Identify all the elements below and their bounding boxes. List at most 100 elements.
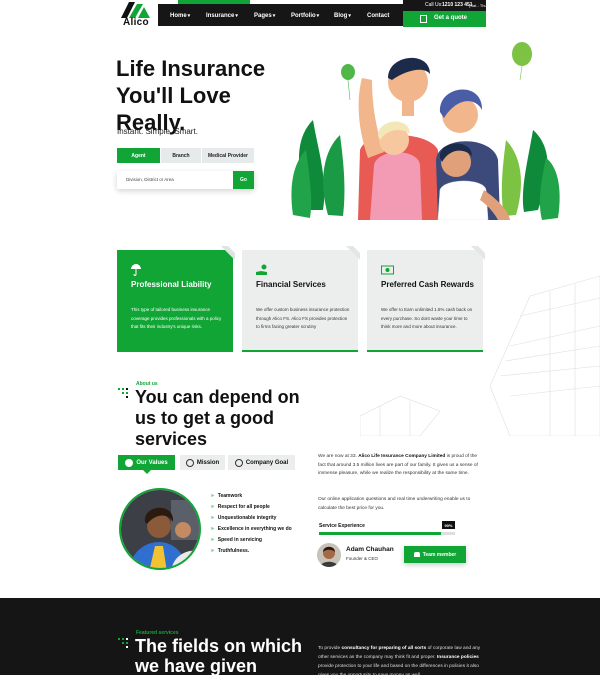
card-description: We offer to Earn unlimited 1.5% cash bac… — [381, 307, 473, 329]
value-label: Speed in servicing — [217, 537, 262, 543]
nav-label: Home — [170, 13, 187, 19]
list-item: » Speed in servicing — [211, 537, 292, 548]
get-quote-button[interactable]: Get a quote — [403, 11, 486, 27]
value-label: Teamwork — [217, 493, 243, 499]
card-title: Preferred Cash Rewards — [381, 280, 474, 289]
tab-label: Company Goal — [245, 459, 289, 466]
nav-label: Blog — [334, 13, 348, 19]
site-header: Alico Home▾ Insurance▾ Pages▾ Portfolio▾… — [0, 0, 600, 30]
nav-label: Contact — [367, 13, 390, 19]
value-label: Respect for all people — [217, 504, 270, 510]
values-list: » Teamwork » Respect for all people » Unque… — [211, 493, 292, 559]
text-bold: consultancy for preparing of all sorts — [341, 646, 427, 651]
about-title-line: us to get a good — [135, 408, 274, 428]
double-chevron-icon: » — [211, 515, 214, 521]
about-title-line: services — [135, 429, 208, 449]
card-financial-services[interactable]: Financial Services We offer custom busin… — [242, 246, 360, 352]
value-label: Unquestionable integrity — [217, 515, 277, 521]
nav-label: Insurance — [206, 13, 235, 19]
nav-accent-bar — [178, 0, 250, 4]
search-input[interactable]: Division, District or Area — [126, 177, 174, 182]
tab-label: Our Values — [136, 459, 168, 466]
tab-medical-provider[interactable]: Medical Provider — [202, 148, 254, 163]
services-paragraph: To provide consultancy for preparing of … — [318, 644, 488, 675]
dots-decoration-icon — [118, 638, 128, 648]
hero-title-line: You'll Love — [116, 83, 231, 108]
chevron-down-icon: ▾ — [272, 13, 276, 19]
about-title: You can depend on us to get a good servi… — [135, 387, 325, 450]
logo-mark-icon — [121, 2, 150, 18]
card-preferred-cash-rewards[interactable]: Preferred Cash Rewards We offer to Earn … — [367, 246, 485, 352]
team-photo — [119, 488, 201, 570]
text-run: To provide — [318, 646, 341, 651]
dots-decoration-icon — [118, 388, 128, 398]
service-experience-label: Service Experience — [319, 523, 365, 529]
nav-label: Portfolio — [291, 13, 316, 19]
corner-notch-icon — [471, 246, 485, 260]
call-bar[interactable]: Call Us: 1210 123 451 (Sat - Thu) — [403, 0, 489, 11]
team-member-label: Team member — [422, 551, 457, 558]
double-chevron-icon: » — [211, 504, 214, 510]
cash-icon — [381, 265, 394, 275]
nav-item-portfolio[interactable]: Portfolio▾ — [291, 13, 319, 19]
brand-logo[interactable]: Alico — [117, 2, 157, 29]
nav-item-home[interactable]: Home▾ — [170, 13, 190, 19]
nav-item-contact[interactable]: Contact — [367, 13, 389, 19]
main-nav: Home▾ Insurance▾ Pages▾ Portfolio▾ Blog▾… — [158, 4, 403, 26]
users-icon — [413, 552, 420, 557]
text-bold: Insurance policies — [436, 655, 479, 660]
founder-role: Founder & CEO — [346, 556, 379, 561]
double-chevron-icon: » — [211, 526, 214, 532]
umbrella-icon — [131, 264, 141, 276]
hero-title: Life Insurance You'll Love Really. — [116, 55, 296, 136]
hero-title-line: Life Insurance — [116, 56, 266, 81]
text-run: We are now at 33. — [318, 454, 357, 459]
tab-agent[interactable]: Agent — [117, 148, 160, 163]
chevron-down-icon: ▾ — [235, 13, 238, 19]
nav-label: Pages — [254, 13, 272, 19]
avatar — [317, 543, 341, 567]
value-label: Excellence in everything we do — [217, 526, 292, 532]
location-search[interactable]: Division, District or Area Go — [117, 171, 254, 189]
double-chevron-icon: » — [211, 548, 214, 554]
list-item: » Truthfulness. — [211, 548, 292, 559]
hero-subtitle: Instant. Simple. Smart. — [117, 127, 198, 136]
family-illustration — [291, 42, 560, 220]
card-description: This type of tailored business insurance… — [131, 307, 222, 329]
list-item: » Unquestionable integrity — [211, 515, 292, 526]
nav-item-pages[interactable]: Pages▾ — [254, 13, 275, 19]
goal-icon — [234, 458, 243, 467]
about-paragraph-2: Our online application questions and rea… — [318, 497, 471, 511]
call-hours: (Sat - Thu) — [469, 3, 489, 8]
nav-item-insurance[interactable]: Insurance▾ — [206, 13, 238, 19]
double-chevron-icon: » — [211, 493, 214, 499]
target-icon — [185, 458, 194, 467]
card-professional-liability[interactable]: Professional Liability This type of tail… — [117, 246, 235, 352]
team-member-button[interactable]: Team member — [404, 546, 466, 563]
corner-notch-icon — [221, 246, 235, 260]
service-experience-bar — [319, 532, 455, 535]
founder-name: Adam Chauhan — [346, 546, 394, 553]
tab-our-values[interactable]: Our Values — [118, 455, 175, 470]
values-icon — [125, 458, 134, 467]
tab-mission[interactable]: Mission — [180, 455, 225, 470]
tab-company-goal[interactable]: Company Goal — [228, 455, 295, 470]
go-button[interactable]: Go — [233, 171, 254, 189]
tab-branch[interactable]: Branch — [161, 148, 201, 163]
services-title-line: The fields on which — [135, 636, 303, 656]
nav-item-blog[interactable]: Blog▾ — [334, 13, 351, 19]
value-label: Truthfulness. — [217, 548, 250, 554]
team-photo-image — [121, 490, 199, 568]
service-experience-percent: 90% — [442, 521, 455, 529]
founder-avatar-image — [317, 543, 341, 567]
card-description: We offer custom business insurance prote… — [256, 307, 350, 329]
list-item: » Teamwork — [211, 493, 292, 504]
corner-notch-icon — [346, 246, 360, 260]
tab-label: Mission — [196, 459, 220, 466]
document-icon — [420, 15, 427, 23]
about-title-line: You can depend on — [135, 387, 300, 407]
service-experience-fill — [319, 532, 442, 535]
about-paragraph-1: We are now at 33. Alico Life Insurance C… — [318, 453, 486, 479]
services-title-line: we have given — [135, 656, 258, 675]
hand-coin-icon — [256, 264, 267, 275]
